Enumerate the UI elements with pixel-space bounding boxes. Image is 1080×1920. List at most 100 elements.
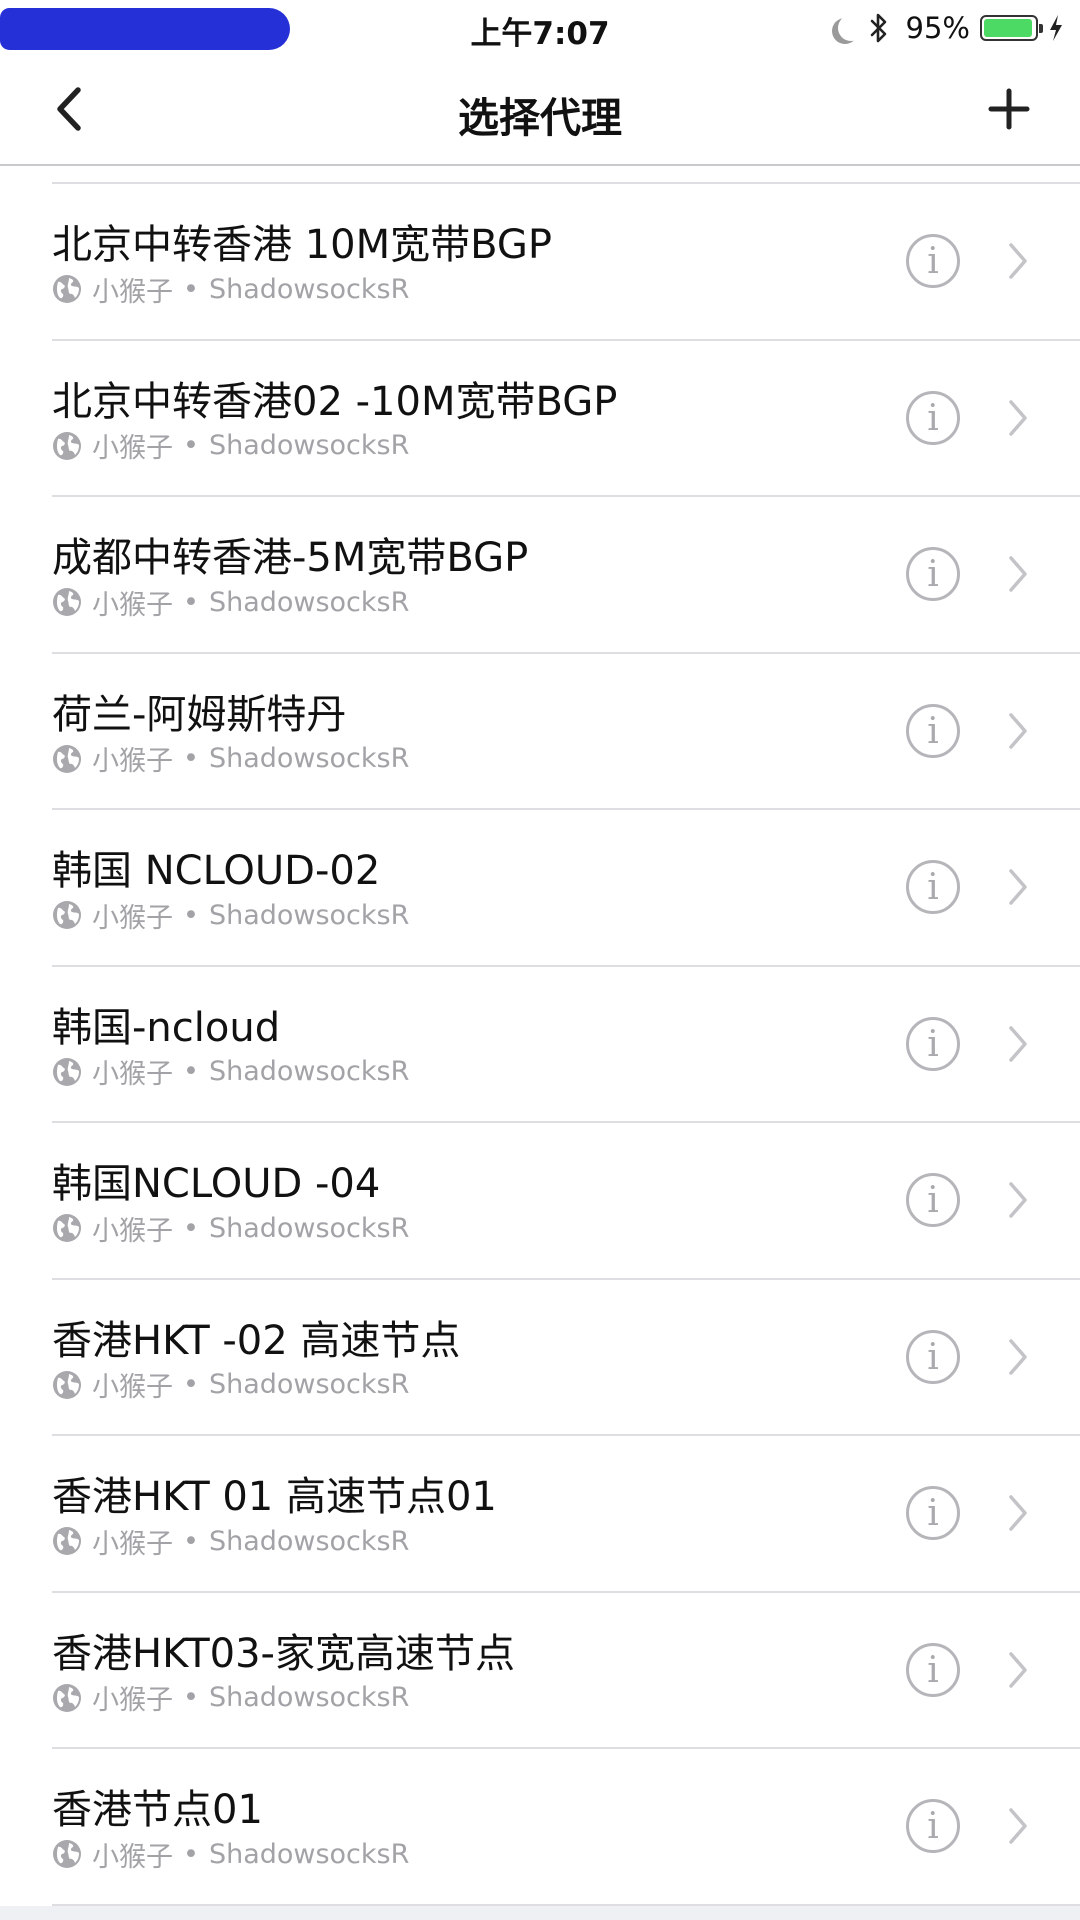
battery-fill bbox=[984, 19, 1032, 37]
proxy-type: ShadowsocksR bbox=[208, 1525, 410, 1557]
proxy-type: ShadowsocksR bbox=[208, 273, 410, 305]
proxy-type: ShadowsocksR bbox=[208, 586, 410, 618]
chevron-right-icon bbox=[1006, 1649, 1030, 1691]
proxy-row[interactable]: 香港HKT03-家宽高速节点 小猴子 • ShadowsocksR i bbox=[52, 1593, 1080, 1749]
proxy-name: 香港节点01 bbox=[52, 1787, 263, 1833]
globe-icon bbox=[52, 274, 82, 304]
proxy-group: 小猴子 bbox=[92, 1841, 173, 1873]
info-icon: i bbox=[927, 554, 939, 595]
info-button[interactable]: i bbox=[906, 1486, 960, 1540]
proxy-subtitle: 小猴子 • ShadowsocksR bbox=[52, 1525, 410, 1560]
info-icon: i bbox=[927, 867, 939, 908]
charging-bolt-icon bbox=[1048, 13, 1066, 43]
info-button[interactable]: i bbox=[906, 1016, 960, 1071]
chevron-right-icon bbox=[1006, 1805, 1030, 1847]
proxy-subtitle: 小猴子 • ShadowsocksR bbox=[52, 430, 410, 464]
proxy-subtitle: 小猴子 • ShadowsocksR bbox=[52, 586, 410, 621]
proxy-row[interactable]: 北京中转香港 10M宽带BGP 小猴子 • ShadowsocksR i bbox=[52, 184, 1080, 341]
status-indicators: 95% bbox=[830, 8, 1066, 48]
proxy-type: ShadowsocksR bbox=[208, 1838, 410, 1870]
chevron-right-icon bbox=[1006, 1492, 1030, 1534]
proxy-subtitle: 小猴子 • ShadowsocksR bbox=[52, 899, 410, 934]
proxy-type: ShadowsocksR bbox=[208, 1212, 410, 1244]
proxy-group: 小猴子 bbox=[92, 1528, 173, 1560]
proxy-row[interactable]: 韩国NCLOUD -04 小猴子 • ShadowsocksR i bbox=[52, 1123, 1080, 1280]
proxy-type: ShadowsocksR bbox=[208, 1682, 410, 1713]
chevron-right-icon bbox=[1006, 1179, 1030, 1221]
proxy-type: ShadowsocksR bbox=[208, 1369, 410, 1400]
proxy-subtitle: 小猴子 • ShadowsocksR bbox=[52, 743, 410, 777]
proxy-name: 香港HKT03-家宽高速节点 bbox=[52, 1630, 515, 1677]
info-button[interactable]: i bbox=[906, 1329, 960, 1384]
chevron-right-icon bbox=[1006, 553, 1030, 595]
globe-icon bbox=[52, 900, 82, 930]
info-button[interactable]: i bbox=[906, 547, 960, 601]
proxy-rows: 北京中转香港 10M宽带BGP 小猴子 • ShadowsocksR i 北京中… bbox=[0, 184, 1080, 1906]
proxy-group: 小猴子 bbox=[92, 902, 173, 934]
status-bar: 上午7:07 95% bbox=[0, 0, 1080, 54]
info-button[interactable]: i bbox=[906, 1799, 960, 1853]
info-button[interactable]: i bbox=[906, 390, 960, 445]
info-icon: i bbox=[927, 1180, 939, 1221]
proxy-row[interactable]: 北京中转香港02 -10M宽带BGP 小猴子 • ShadowsocksR i bbox=[52, 341, 1080, 497]
proxy-row[interactable]: 香港节点01 小猴子 • ShadowsocksR i bbox=[52, 1749, 1080, 1906]
proxy-group: 小猴子 bbox=[92, 1215, 173, 1247]
proxy-group: 小猴子 bbox=[92, 1059, 173, 1090]
subtitle-separator: • bbox=[183, 1838, 199, 1870]
proxy-row[interactable]: 香港HKT -02 高速节点 小猴子 • ShadowsocksR i bbox=[52, 1280, 1080, 1436]
proxy-type: ShadowsocksR bbox=[208, 899, 410, 931]
proxy-type: ShadowsocksR bbox=[208, 743, 410, 774]
back-button[interactable] bbox=[36, 76, 102, 142]
subtitle-separator: • bbox=[183, 743, 199, 774]
globe-icon bbox=[52, 431, 82, 461]
proxy-row[interactable]: 香港HKT 01 高速节点01 小猴子 • ShadowsocksR i bbox=[52, 1436, 1080, 1593]
proxy-row[interactable]: 成都中转香港-5M宽带BGP 小猴子 • ShadowsocksR i bbox=[52, 497, 1080, 654]
proxy-group: 小猴子 bbox=[92, 746, 173, 777]
info-icon: i bbox=[927, 1649, 939, 1691]
globe-icon bbox=[52, 1526, 82, 1556]
proxy-row[interactable]: 韩国 NCLOUD-02 小猴子 • ShadowsocksR i bbox=[52, 810, 1080, 967]
proxy-subtitle: 小猴子 • ShadowsocksR bbox=[52, 1838, 410, 1873]
subtitle-separator: • bbox=[183, 1369, 199, 1400]
chevron-right-icon bbox=[1006, 240, 1030, 282]
proxy-row[interactable]: 荷兰-阿姆斯特丹 小猴子 • ShadowsocksR i bbox=[52, 654, 1080, 810]
subtitle-separator: • bbox=[183, 1056, 199, 1087]
proxy-name: 韩国NCLOUD -04 bbox=[52, 1161, 381, 1207]
proxy-name: 北京中转香港 10M宽带BGP bbox=[52, 222, 552, 268]
subtitle-separator: • bbox=[183, 1212, 199, 1244]
proxy-subtitle: 小猴子 • ShadowsocksR bbox=[52, 1682, 410, 1716]
proxy-type: ShadowsocksR bbox=[208, 430, 410, 461]
chevron-right-icon bbox=[1006, 866, 1030, 908]
info-icon: i bbox=[927, 1336, 939, 1378]
globe-icon bbox=[52, 1370, 82, 1400]
subtitle-separator: • bbox=[183, 586, 199, 618]
screen: 上午7:07 95% 选择代理 北京中转香港 10M宽带BGP 小猴子 • Sh… bbox=[0, 0, 1080, 1920]
bluetooth-icon bbox=[866, 11, 892, 45]
proxy-type: ShadowsocksR bbox=[208, 1056, 410, 1087]
subtitle-separator: • bbox=[183, 273, 199, 305]
subtitle-separator: • bbox=[183, 1525, 199, 1557]
info-button[interactable]: i bbox=[906, 1642, 960, 1697]
proxy-name: 荷兰-阿姆斯特丹 bbox=[52, 691, 347, 738]
info-button[interactable]: i bbox=[906, 703, 960, 758]
info-button[interactable]: i bbox=[906, 860, 960, 914]
globe-icon bbox=[52, 1213, 82, 1243]
proxy-row[interactable]: 韩国-ncloud 小猴子 • ShadowsocksR i bbox=[52, 967, 1080, 1123]
proxy-list[interactable]: 北京中转香港 10M宽带BGP 小猴子 • ShadowsocksR i 北京中… bbox=[0, 166, 1080, 1906]
info-icon: i bbox=[927, 1806, 939, 1847]
proxy-group: 小猴子 bbox=[92, 433, 173, 464]
info-button[interactable]: i bbox=[906, 234, 960, 288]
globe-icon bbox=[52, 744, 82, 774]
add-proxy-button[interactable] bbox=[976, 76, 1042, 142]
info-button[interactable]: i bbox=[906, 1173, 960, 1227]
info-icon: i bbox=[927, 241, 939, 282]
subtitle-separator: • bbox=[183, 899, 199, 931]
moon-icon bbox=[838, 15, 864, 41]
globe-icon bbox=[52, 1839, 82, 1869]
chevron-right-icon bbox=[1006, 710, 1030, 752]
battery-icon bbox=[980, 15, 1043, 41]
chevron-right-icon bbox=[1006, 1336, 1030, 1378]
battery-percent: 95% bbox=[905, 11, 970, 45]
info-icon: i bbox=[927, 1023, 939, 1065]
proxy-group: 小猴子 bbox=[92, 1685, 173, 1716]
